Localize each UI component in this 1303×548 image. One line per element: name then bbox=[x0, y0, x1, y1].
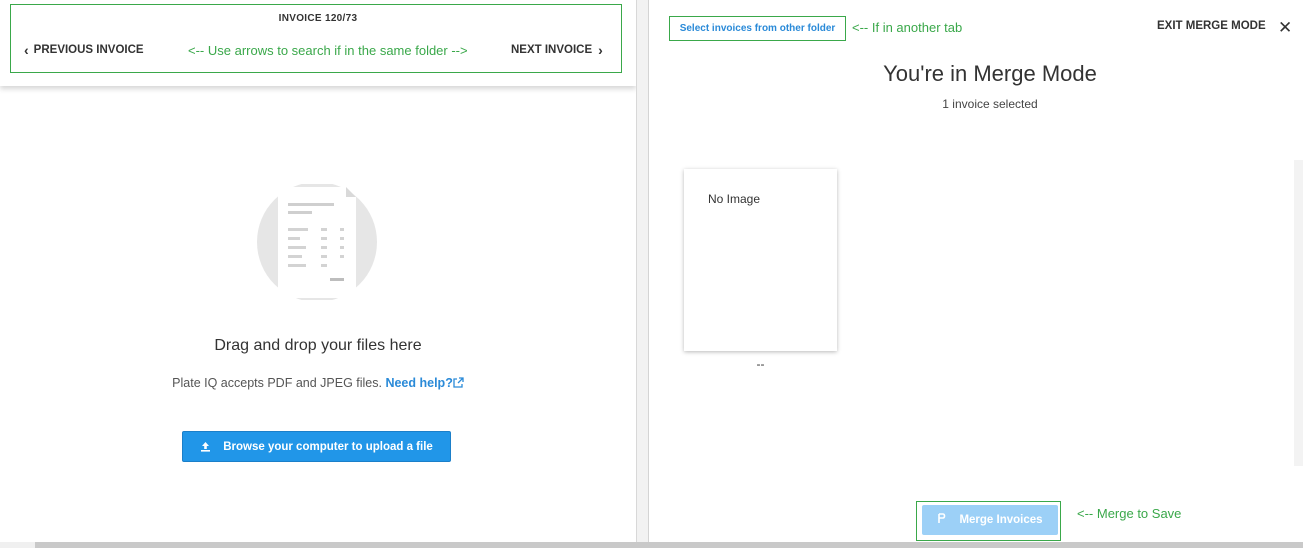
other-tab-annotation: <-- If in another tab bbox=[852, 20, 963, 35]
no-image-label: No Image bbox=[708, 192, 761, 206]
merge-mode-title: You're in Merge Mode bbox=[883, 61, 1097, 86]
select-other-folder-label: Select invoices from other folder bbox=[679, 23, 836, 34]
merge-icon bbox=[937, 513, 947, 527]
scrollbar-thumb[interactable] bbox=[0, 542, 35, 548]
chevron-right-icon: › bbox=[598, 41, 603, 58]
upload-icon bbox=[200, 441, 211, 452]
merge-invoices-label: Merge Invoices bbox=[959, 514, 1043, 526]
next-invoice-label: NEXT INVOICE bbox=[511, 44, 593, 56]
invoice-card-caption: -- bbox=[756, 357, 765, 371]
need-help-link[interactable]: Need help? bbox=[385, 376, 464, 390]
accepted-files-label: Plate IQ accepts PDF and JPEG files. bbox=[172, 376, 382, 390]
next-invoice-button[interactable]: NEXT INVOICE › bbox=[511, 41, 603, 58]
need-help-label: Need help? bbox=[385, 376, 453, 390]
upload-file-button[interactable]: Browse your computer to upload a file bbox=[182, 431, 451, 462]
exit-merge-mode-button[interactable]: EXIT MERGE MODE bbox=[1157, 20, 1266, 32]
document-illustration bbox=[256, 182, 378, 302]
previous-invoice-label: PREVIOUS INVOICE bbox=[33, 44, 144, 56]
previous-invoice-button[interactable]: ‹ PREVIOUS INVOICE bbox=[24, 41, 144, 58]
invoice-title: INVOICE 120/73 bbox=[278, 13, 358, 24]
horizontal-scrollbar[interactable] bbox=[0, 542, 1303, 548]
invoice-thumbnail-card[interactable]: No Image bbox=[684, 169, 837, 351]
navigation-annotation: <-- Use arrows to search if in the same … bbox=[188, 43, 468, 58]
chevron-left-icon: ‹ bbox=[24, 41, 29, 58]
invoice-navigation-header: INVOICE 120/73 ‹ PREVIOUS INVOICE <-- Us… bbox=[0, 0, 636, 86]
drop-zone-title: Drag and drop your files here bbox=[214, 337, 422, 354]
pane-divider[interactable] bbox=[636, 0, 649, 542]
merge-mode-pane: Select invoices from other folder <-- If… bbox=[649, 0, 1303, 542]
select-other-folder-button[interactable]: Select invoices from other folder bbox=[669, 16, 846, 41]
external-link-icon bbox=[453, 377, 464, 388]
selected-count: 1 invoice selected bbox=[942, 97, 1038, 111]
accepted-files-text: Plate IQ accepts PDF and JPEG files. Nee… bbox=[0, 376, 636, 390]
upload-button-label: Browse your computer to upload a file bbox=[223, 440, 433, 453]
close-icon[interactable]: ✕ bbox=[1278, 19, 1292, 36]
merge-annotation: <-- Merge to Save bbox=[1077, 506, 1182, 521]
merge-invoices-button[interactable]: Merge Invoices bbox=[922, 505, 1058, 535]
vertical-scrollbar[interactable] bbox=[1294, 160, 1303, 466]
upload-pane: INVOICE 120/73 ‹ PREVIOUS INVOICE <-- Us… bbox=[0, 0, 636, 542]
